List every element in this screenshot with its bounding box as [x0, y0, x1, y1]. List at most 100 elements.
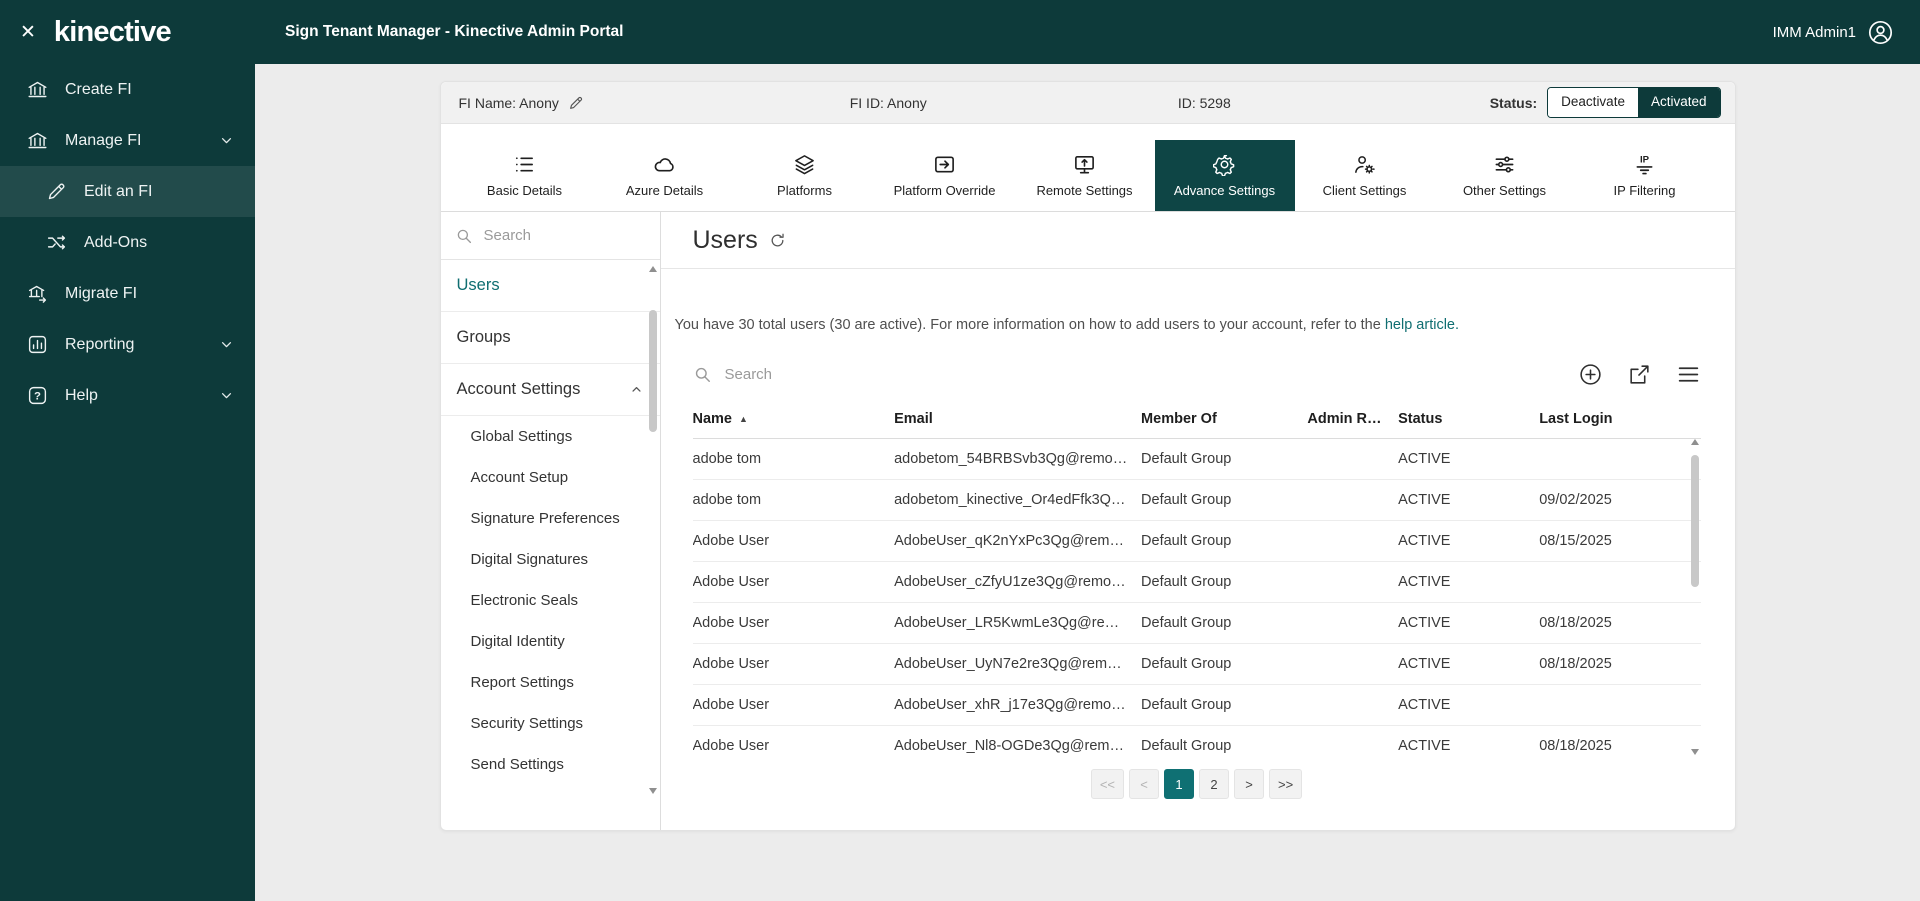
column-header-admin-role[interactable]: Admin Role — [1307, 411, 1398, 427]
search-icon — [693, 365, 712, 384]
bank-icon — [27, 79, 48, 100]
users-toolbar — [693, 359, 1701, 389]
column-header-email[interactable]: Email — [894, 411, 1141, 427]
menu-icon[interactable] — [1676, 362, 1701, 387]
activated-button[interactable]: Activated — [1638, 88, 1720, 116]
sidebar-item-add-ons[interactable]: Add-Ons — [0, 217, 255, 268]
tab-label: Client Settings — [1323, 183, 1407, 198]
scroll-down-icon[interactable] — [649, 788, 657, 794]
cell-member-of: Default Group — [1141, 574, 1307, 590]
pagination-next-button[interactable]: > — [1234, 769, 1264, 799]
users-toolbar-icons — [1578, 362, 1701, 387]
scroll-up-icon[interactable] — [649, 266, 657, 272]
sidebar-logo-row: ✕ kinective — [0, 0, 255, 64]
table-scrollbar[interactable] — [1689, 439, 1701, 755]
sidebar-item-manage-fi[interactable]: Manage FI — [0, 115, 255, 166]
settings-item-groups[interactable]: Groups — [441, 312, 660, 364]
tab-bar: Basic Details Azure Details Platforms — [441, 124, 1735, 212]
cell-email: AdobeUser_LR5KwmLe3Qg@remote... — [894, 615, 1141, 631]
cell-status: ACTIVE — [1398, 451, 1539, 467]
edit-fi-name-icon[interactable] — [568, 95, 584, 111]
close-icon[interactable]: ✕ — [20, 23, 36, 42]
sort-asc-icon: ▲ — [739, 414, 748, 424]
scroll-down-icon[interactable] — [1691, 749, 1699, 755]
pagination-last-button[interactable]: >> — [1269, 769, 1302, 799]
user-name: IMM Admin1 — [1773, 24, 1856, 41]
settings-sub-item[interactable]: Report Settings — [441, 662, 660, 703]
refresh-icon[interactable] — [769, 232, 786, 249]
cell-member-of: Default Group — [1141, 697, 1307, 713]
fi-name-label: FI Name: Anony — [459, 95, 559, 111]
settings-sub-item[interactable]: Electronic Seals — [441, 580, 660, 621]
settings-sub-item[interactable]: Account Setup — [441, 457, 660, 498]
tab-ip-filtering[interactable]: IP IP Filtering — [1575, 140, 1715, 211]
cell-name: Adobe User — [693, 738, 895, 754]
scrollbar-thumb[interactable] — [649, 310, 657, 432]
tab-label: IP Filtering — [1614, 183, 1676, 198]
tab-basic-details[interactable]: Basic Details — [455, 140, 595, 211]
deactivate-button[interactable]: Deactivate — [1548, 88, 1638, 116]
pagination-first-button[interactable]: << — [1091, 769, 1124, 799]
table-row[interactable]: Adobe User AdobeUser_UyN7e2re3Qg@remotes… — [693, 644, 1701, 685]
table-row[interactable]: adobe tom adobetom_kinective_Or4edFfk3Qg… — [693, 480, 1701, 521]
settings-sub-item[interactable]: Digital Identity — [441, 621, 660, 662]
sidebar-item-label: Manage FI — [65, 132, 141, 150]
add-user-icon[interactable] — [1578, 362, 1603, 387]
column-header-last-login[interactable]: Last Login — [1539, 411, 1700, 427]
user-menu[interactable]: IMM Admin1 — [1773, 19, 1894, 46]
tab-remote-settings[interactable]: Remote Settings — [1015, 140, 1155, 211]
pagination-page-1[interactable]: 1 — [1164, 769, 1194, 799]
column-header-status[interactable]: Status — [1398, 411, 1539, 427]
settings-sub-item[interactable]: Signature Preferences — [441, 498, 660, 539]
tab-other-settings[interactable]: Other Settings — [1435, 140, 1575, 211]
sidebar-item-label: Edit an FI — [84, 183, 152, 201]
users-search-input[interactable] — [725, 366, 1045, 383]
cell-member-of: Default Group — [1141, 738, 1307, 754]
cell-email: AdobeUser_UyN7e2re3Qg@remotesi... — [894, 656, 1141, 672]
table-row[interactable]: Adobe User AdobeUser_cZfyU1ze3Qg@remotes… — [693, 562, 1701, 603]
cell-status: ACTIVE — [1398, 492, 1539, 508]
export-icon[interactable] — [1627, 362, 1652, 387]
fi-card: FI Name: Anony FI ID: Anony ID: 5298 Sta… — [440, 81, 1736, 831]
tab-client-settings[interactable]: Client Settings — [1295, 140, 1435, 211]
table-row[interactable]: Adobe User AdobeUser_xhR_j17e3Qg@remotes… — [693, 685, 1701, 726]
tab-advance-settings[interactable]: Advance Settings — [1155, 140, 1295, 211]
settings-item-users[interactable]: Users — [441, 260, 660, 312]
sidebar-nav: Create FI Manage FI Edit an FI — [0, 64, 255, 421]
settings-search — [441, 212, 660, 260]
sidebar-item-create-fi[interactable]: Create FI — [0, 64, 255, 115]
settings-sub-item[interactable]: Digital Signatures — [441, 539, 660, 580]
table-row[interactable]: adobe tom adobetom_54BRBSvb3Qg@remotesig… — [693, 439, 1701, 480]
status-label: Status: — [1490, 95, 1537, 111]
settings-item-label: Groups — [457, 328, 511, 347]
table-row[interactable]: Adobe User AdobeUser_LR5KwmLe3Qg@remote.… — [693, 603, 1701, 644]
scroll-up-icon[interactable] — [1691, 439, 1699, 445]
monitor-arrow-icon — [1073, 153, 1096, 176]
list-icon — [513, 153, 536, 176]
pagination-page-2[interactable]: 2 — [1199, 769, 1229, 799]
cell-status: ACTIVE — [1398, 738, 1539, 754]
app-root: ✕ kinective Create FI Manage FI — [0, 0, 1920, 901]
cell-name: Adobe User — [693, 615, 895, 631]
table-row[interactable]: Adobe User AdobeUser_qK2nYxPc3Qg@remotes… — [693, 521, 1701, 562]
tab-platform-override[interactable]: Platform Override — [875, 140, 1015, 211]
settings-sub-item[interactable]: Send Settings — [441, 744, 660, 785]
settings-item-account-settings[interactable]: Account Settings — [441, 364, 660, 416]
tab-azure-details[interactable]: Azure Details — [595, 140, 735, 211]
sidebar-item-migrate-fi[interactable]: Migrate FI — [0, 268, 255, 319]
sidebar-item-help[interactable]: ? Help — [0, 370, 255, 421]
table-row[interactable]: Adobe User AdobeUser_Nl8-OGDe3Qg@remotes… — [693, 726, 1701, 755]
column-header-name[interactable]: Name ▲ — [693, 411, 895, 427]
help-article-link[interactable]: help article. — [1385, 317, 1459, 333]
cell-status: ACTIVE — [1398, 574, 1539, 590]
scrollbar-thumb[interactable] — [1691, 455, 1699, 587]
column-header-member-of[interactable]: Member Of — [1141, 411, 1307, 427]
settings-search-input[interactable] — [484, 227, 646, 244]
panel-scrollbar[interactable] — [648, 266, 658, 794]
settings-sub-item[interactable]: Security Settings — [441, 703, 660, 744]
sidebar-item-edit-an-fi[interactable]: Edit an FI — [0, 166, 255, 217]
pagination-prev-button[interactable]: < — [1129, 769, 1159, 799]
tab-platforms[interactable]: Platforms — [735, 140, 875, 211]
settings-sub-item[interactable]: Global Settings — [441, 416, 660, 457]
sidebar-item-reporting[interactable]: Reporting — [0, 319, 255, 370]
